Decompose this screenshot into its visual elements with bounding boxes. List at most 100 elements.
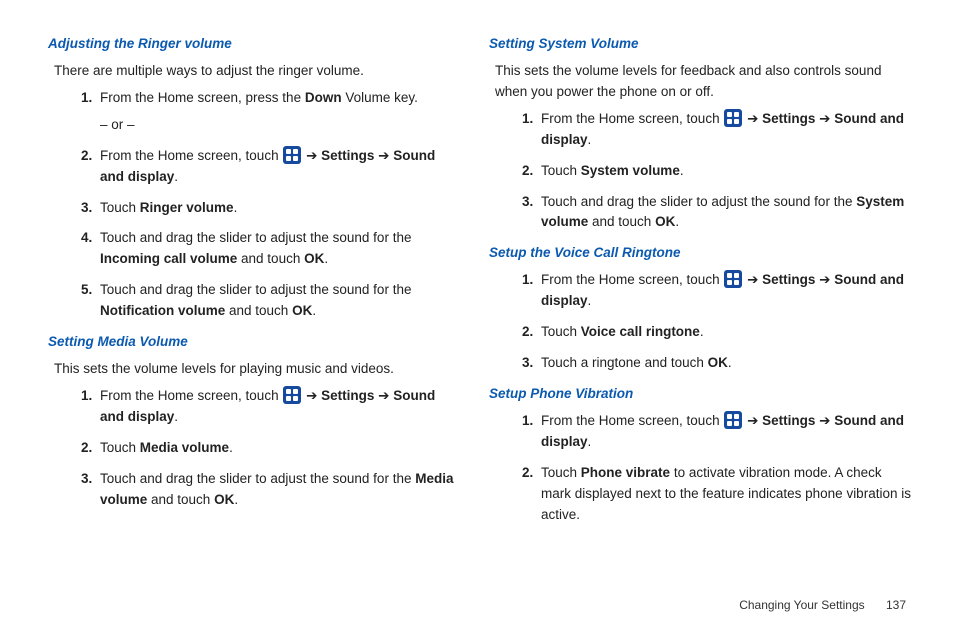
list-item: Touch and drag the slider to adjust the … <box>96 280 461 322</box>
step-text: ➔ <box>743 413 762 428</box>
step-text: From the Home screen, touch <box>541 413 723 428</box>
step-text: ➔ <box>815 272 834 287</box>
list-item: Touch and drag the slider to adjust the … <box>96 469 461 511</box>
step-text: . <box>174 169 178 184</box>
heading-adjusting-ringer: Adjusting the Ringer volume <box>48 34 461 55</box>
list-item: From the Home screen, press the Down Vol… <box>96 88 461 136</box>
step-text: . <box>680 163 684 178</box>
heading-phone-vibration: Setup Phone Vibration <box>489 384 914 405</box>
step-text: ➔ <box>302 148 321 163</box>
steps-list: From the Home screen, touch ➔ Settings ➔… <box>489 109 914 234</box>
step-text: From the Home screen, touch <box>541 272 723 287</box>
step-bold: Down <box>305 90 342 105</box>
steps-list: From the Home screen, touch ➔ Settings ➔… <box>48 386 461 511</box>
step-text: Touch <box>100 200 140 215</box>
step-text: . <box>234 200 238 215</box>
list-item: From the Home screen, touch ➔ Settings ➔… <box>537 270 914 312</box>
step-text: and touch <box>588 214 655 229</box>
step-text: and touch <box>147 492 214 507</box>
step-text: . <box>675 214 679 229</box>
step-text: ➔ <box>374 388 393 403</box>
step-bold: Ringer volume <box>140 200 234 215</box>
step-bold: Media volume <box>140 440 229 455</box>
step-bold: Notification volume <box>100 303 225 318</box>
step-text: . <box>234 492 238 507</box>
list-item: From the Home screen, touch ➔ Settings ➔… <box>537 109 914 151</box>
list-item: Touch Voice call ringtone. <box>537 322 914 343</box>
list-item: Touch Phone vibrate to activate vibratio… <box>537 463 914 526</box>
step-text: ➔ <box>815 111 834 126</box>
step-text: Touch and drag the slider to adjust the … <box>100 471 415 486</box>
step-text: and touch <box>237 251 304 266</box>
intro-text: There are multiple ways to adjust the ri… <box>54 61 461 82</box>
step-bold: Voice call ringtone <box>581 324 700 339</box>
step-text: Touch <box>541 465 581 480</box>
step-text: Touch <box>541 163 581 178</box>
step-text: From the Home screen, touch <box>100 148 282 163</box>
step-text: . <box>312 303 316 318</box>
chapter-title: Changing Your Settings <box>739 598 864 612</box>
page: Adjusting the Ringer volume There are mu… <box>0 0 954 636</box>
list-item: Touch System volume. <box>537 161 914 182</box>
list-item: From the Home screen, touch ➔ Settings ➔… <box>96 146 461 188</box>
apps-icon <box>724 270 742 288</box>
step-text: . <box>588 293 592 308</box>
step-text: Volume key. <box>342 90 418 105</box>
step-or: – or – <box>100 115 461 136</box>
step-text: From the Home screen, touch <box>100 388 282 403</box>
left-column: Adjusting the Ringer volume There are mu… <box>48 30 481 626</box>
step-text: and touch <box>225 303 292 318</box>
step-text: . <box>324 251 328 266</box>
step-bold: OK <box>708 355 728 370</box>
page-footer: Changing Your Settings 137 <box>739 598 906 612</box>
step-bold: System volume <box>581 163 680 178</box>
heading-setting-system-volume: Setting System Volume <box>489 34 914 55</box>
step-bold: Settings <box>762 272 815 287</box>
apps-icon <box>724 109 742 127</box>
steps-list: From the Home screen, touch ➔ Settings ➔… <box>489 270 914 374</box>
step-text: . <box>700 324 704 339</box>
step-bold: Settings <box>321 148 374 163</box>
step-bold: Settings <box>762 111 815 126</box>
step-text: From the Home screen, touch <box>541 111 723 126</box>
step-text: . <box>174 409 178 424</box>
step-bold: OK <box>655 214 675 229</box>
list-item: Touch Media volume. <box>96 438 461 459</box>
list-item: Touch and drag the slider to adjust the … <box>96 228 461 270</box>
step-text: . <box>229 440 233 455</box>
step-text: Touch <box>100 440 140 455</box>
step-bold: Settings <box>762 413 815 428</box>
step-text: Touch <box>541 324 581 339</box>
list-item: Touch Ringer volume. <box>96 198 461 219</box>
heading-setting-media-volume: Setting Media Volume <box>48 332 461 353</box>
step-bold: Settings <box>321 388 374 403</box>
step-bold: Phone vibrate <box>581 465 670 480</box>
step-bold: OK <box>304 251 324 266</box>
steps-list: From the Home screen, press the Down Vol… <box>48 88 461 322</box>
apps-icon <box>724 411 742 429</box>
step-text: Touch and drag the slider to adjust the … <box>100 230 411 245</box>
step-bold: OK <box>214 492 234 507</box>
page-number: 137 <box>886 598 906 612</box>
intro-text: This sets the volume levels for playing … <box>54 359 461 380</box>
right-column: Setting System Volume This sets the volu… <box>481 30 914 626</box>
apps-icon <box>283 146 301 164</box>
step-text: ➔ <box>743 272 762 287</box>
list-item: From the Home screen, touch ➔ Settings ➔… <box>96 386 461 428</box>
step-text: . <box>588 434 592 449</box>
step-bold: Incoming call volume <box>100 251 237 266</box>
list-item: Touch a ringtone and touch OK. <box>537 353 914 374</box>
step-text: Touch and drag the slider to adjust the … <box>541 194 856 209</box>
list-item: Touch and drag the slider to adjust the … <box>537 192 914 234</box>
step-text: ➔ <box>302 388 321 403</box>
intro-text: This sets the volume levels for feedback… <box>495 61 914 103</box>
step-text: ➔ <box>743 111 762 126</box>
step-text: Touch a ringtone and touch <box>541 355 708 370</box>
step-text: ➔ <box>374 148 393 163</box>
step-text: . <box>728 355 732 370</box>
step-text: From the Home screen, press the <box>100 90 305 105</box>
list-item: From the Home screen, touch ➔ Settings ➔… <box>537 411 914 453</box>
step-text: Touch and drag the slider to adjust the … <box>100 282 411 297</box>
step-text: ➔ <box>815 413 834 428</box>
step-bold: OK <box>292 303 312 318</box>
